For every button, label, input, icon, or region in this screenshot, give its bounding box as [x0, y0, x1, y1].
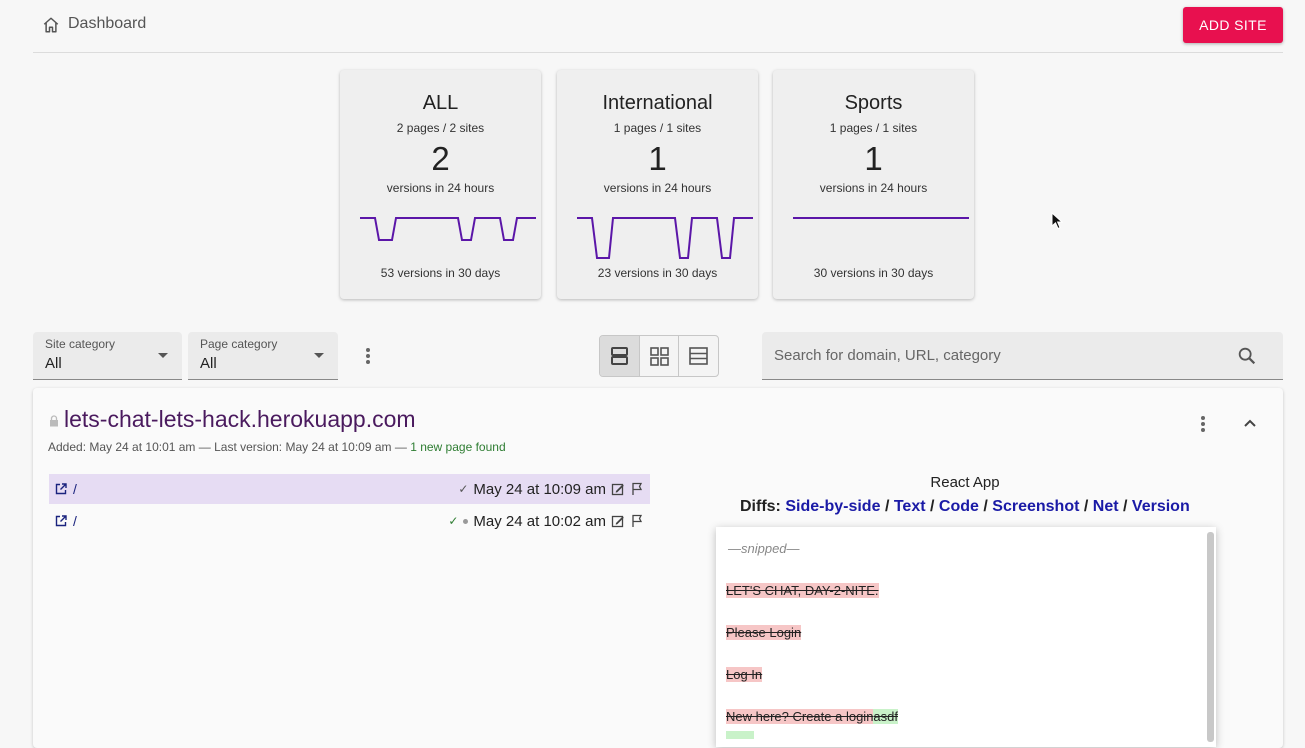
chevron-up-icon[interactable]: [1241, 414, 1259, 432]
site-meta-text: Added: May 24 at 10:01 am — Last version…: [48, 440, 411, 454]
edit-icon[interactable]: [611, 482, 625, 496]
site-title-link[interactable]: lets-chat-lets-hack.herokuapp.com: [64, 406, 416, 433]
home-icon[interactable]: [42, 16, 60, 34]
page-path-link[interactable]: /: [73, 513, 77, 529]
filter-more-menu-icon[interactable]: [356, 344, 380, 368]
card-pages-count: 2 pages / 2 sites: [396, 121, 485, 135]
diff-removed-line: Please Login: [726, 625, 802, 640]
card-pages-count: 1 pages / 1 sites: [613, 121, 702, 135]
card-version-count: 1: [648, 140, 667, 177]
site-category-value: All: [45, 355, 62, 372]
diff-removed-text: New here? Create a login: [726, 709, 874, 724]
page-category-label: Page category: [200, 337, 278, 351]
view-list-icon: [611, 347, 628, 365]
page-last-version-date: May 24 at 10:09 am: [473, 480, 606, 498]
breadcrumb-dashboard[interactable]: Dashboard: [68, 15, 146, 33]
page-row-status: ✓ May 24 at 10:02 am: [448, 512, 644, 530]
diff-preview-box[interactable]: —snipped— LET'S CHAT, DAY-2-NITE. Please…: [716, 527, 1216, 747]
diff-screenshot-link[interactable]: Screenshot: [992, 498, 1079, 515]
dropdown-arrow-icon: [158, 353, 168, 358]
mouse-cursor-icon: [1051, 212, 1063, 230]
lock-icon: [50, 415, 58, 427]
card-version-count: 2: [431, 140, 450, 177]
site-category-select[interactable]: Site category All: [33, 332, 182, 380]
diff-version-link[interactable]: Version: [1132, 498, 1190, 515]
sparkline-chart: [360, 217, 536, 241]
card-title: Sports: [844, 92, 903, 114]
top-bar: Dashboard: [33, 0, 1283, 53]
card-versions-24h-label: versions in 24 hours: [819, 181, 928, 195]
search-icon[interactable]: [1236, 345, 1258, 367]
view-mode-toggle-group: [599, 335, 719, 377]
view-table-icon: [689, 347, 708, 365]
diff-changed-line: New here? Create a loginasdf: [726, 709, 898, 724]
card-versions-24h-label: versions in 24 hours: [386, 181, 495, 195]
diff-added-block: [726, 731, 754, 739]
diff-net-link[interactable]: Net: [1093, 498, 1119, 515]
diff-separator: /: [884, 498, 890, 515]
page-path-link[interactable]: /: [73, 481, 77, 497]
diff-separator: /: [983, 498, 988, 515]
diff-text-link[interactable]: Text: [894, 498, 926, 515]
category-card-all[interactable]: ALL 2 pages / 2 sites 2 versions in 24 h…: [340, 70, 541, 299]
site-category-label: Site category: [45, 337, 116, 351]
open-external-icon[interactable]: [55, 483, 67, 495]
page-category-select[interactable]: Page category All: [188, 332, 338, 380]
category-card-sports[interactable]: Sports 1 pages / 1 sites 1 versions in 2…: [773, 70, 974, 299]
page-category-value: All: [200, 355, 217, 372]
status-dot-icon: [463, 518, 469, 524]
site-more-menu-icon[interactable]: [1191, 412, 1215, 436]
card-pages-count: 1 pages / 1 sites: [829, 121, 918, 135]
sparkline-chart: [793, 217, 969, 219]
page-last-version-date: May 24 at 10:02 am: [473, 512, 606, 530]
flag-icon[interactable]: [630, 514, 644, 528]
view-list-button[interactable]: [600, 336, 639, 376]
card-versions-30d: 23 versions in 30 days: [597, 266, 718, 280]
diff-scrollbar[interactable]: [1207, 532, 1214, 742]
diff-removed-line: LET'S CHAT, DAY-2-NITE.: [726, 583, 879, 598]
diff-side-by-side-link[interactable]: Side-by-side: [785, 498, 880, 515]
diffs-links: Diffs: Side-by-side / Text / Code / Scre…: [740, 498, 1190, 516]
page-row-status: ✓ May 24 at 10:09 am: [458, 480, 644, 498]
diffs-label: Diffs:: [740, 498, 781, 515]
diff-added-text: asdf: [873, 709, 898, 724]
view-grid-button[interactable]: [639, 336, 679, 376]
card-versions-30d: 30 versions in 30 days: [813, 266, 934, 280]
diff-separator: /: [1083, 498, 1089, 515]
card-version-count: 1: [864, 140, 883, 177]
card-title: International: [602, 92, 713, 114]
edit-icon[interactable]: [611, 514, 625, 528]
diff-code-link[interactable]: Code: [939, 498, 979, 515]
search-box: [762, 332, 1283, 380]
page-row[interactable]: / ✓ May 24 at 10:09 am: [49, 474, 650, 504]
view-grid-icon: [650, 347, 669, 366]
site-meta: Added: May 24 at 10:01 am — Last version…: [48, 440, 506, 454]
new-page-found-text: 1 new page found: [410, 440, 506, 454]
diff-removed-line: Log In: [726, 667, 763, 682]
dropdown-arrow-icon: [314, 353, 324, 358]
check-icon: ✓: [448, 514, 459, 528]
flag-icon[interactable]: [630, 482, 644, 496]
diff-page-title: React App: [930, 474, 1000, 491]
diff-separator: /: [930, 498, 935, 515]
card-title: ALL: [422, 92, 459, 114]
page-row[interactable]: / ✓ May 24 at 10:02 am: [49, 506, 650, 536]
add-site-button[interactable]: ADD SITE: [1183, 7, 1283, 43]
snipped-marker: —snipped—: [728, 541, 800, 556]
diff-separator: /: [1123, 498, 1128, 515]
card-versions-30d: 53 versions in 30 days: [380, 266, 501, 280]
open-external-icon[interactable]: [55, 515, 67, 527]
check-icon: ✓: [458, 482, 469, 496]
sparkline-chart: [577, 217, 753, 259]
search-input[interactable]: [762, 332, 1234, 378]
view-table-button[interactable]: [678, 336, 718, 376]
category-card-international[interactable]: International 1 pages / 1 sites 1 versio…: [557, 70, 758, 299]
card-versions-24h-label: versions in 24 hours: [603, 181, 712, 195]
